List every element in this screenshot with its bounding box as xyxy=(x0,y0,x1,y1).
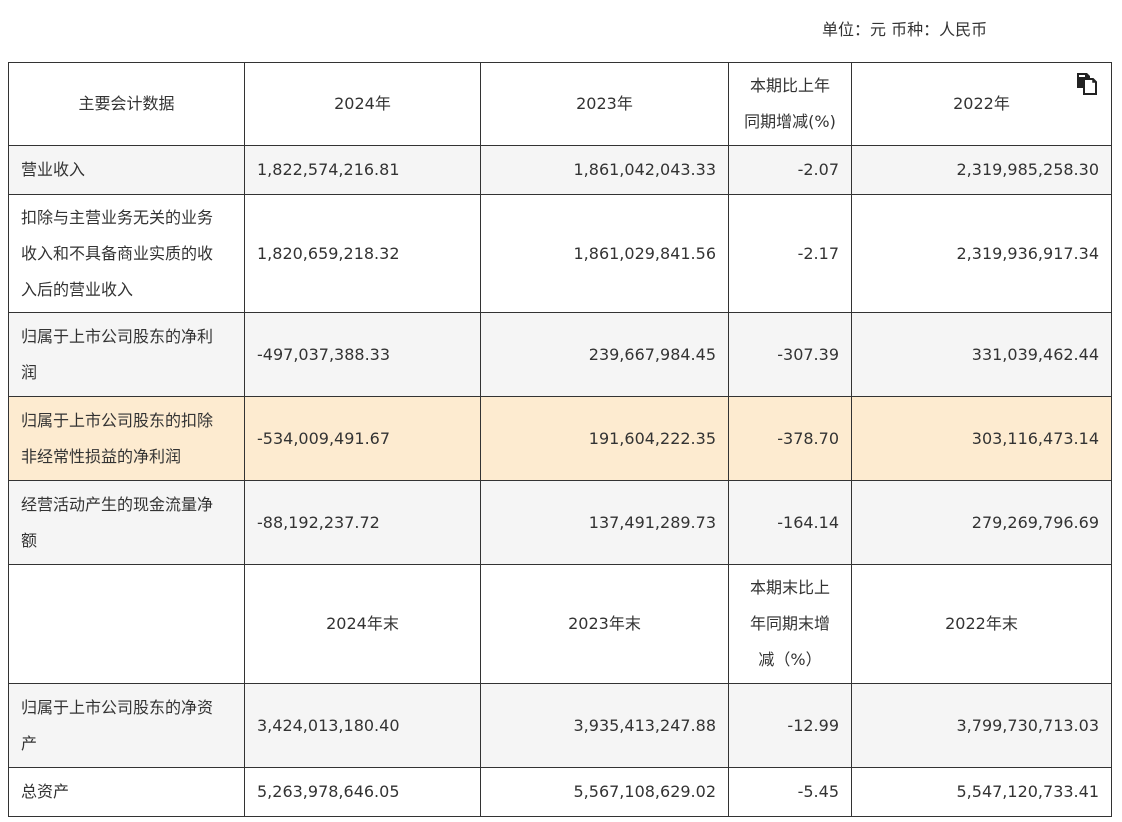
table-row: 扣除与主营业务无关的业务 收入和不具备商业实质的收 入后的营业收入 1,820,… xyxy=(8,194,1112,313)
table-row: 归属于上市公司股东的净资 产 3,424,013,180.40 3,935,41… xyxy=(8,683,1112,768)
value-2024-cell: 5,263,978,646.05 xyxy=(244,767,481,817)
row-label-cell: 总资产 xyxy=(8,767,245,817)
value-2023-cell: 3,935,413,247.88 xyxy=(480,683,729,768)
value-change-cell: -307.39 xyxy=(728,312,852,397)
table-row: 总资产 5,263,978,646.05 5,567,108,629.02 -5… xyxy=(8,767,1112,817)
table-subheader-row: 2024年末 2023年末 本期末比上 年同期末增 减（%） 2022年末 xyxy=(8,564,1112,684)
subheader-change-line: 本期末比上 xyxy=(749,578,830,597)
value-change-cell: -378.70 xyxy=(728,396,852,481)
value-2023-cell: 5,567,108,629.02 xyxy=(480,767,729,817)
value-2022-cell: 2,319,985,258.30 xyxy=(851,145,1112,195)
value-2024-cell: 1,822,574,216.81 xyxy=(244,145,481,195)
value-2022-cell: 331,039,462.44 xyxy=(851,312,1112,397)
row-label-line: 经营活动产生的现金流量净 xyxy=(21,494,214,514)
subheader-change-line: 减（%） xyxy=(758,650,822,669)
row-label-cell: 归属于上市公司股东的净利 润 xyxy=(8,312,245,397)
row-label-line: 非经常性损益的净利润 xyxy=(21,446,182,466)
table-row-highlighted: 归属于上市公司股东的扣除 非经常性损益的净利润 -534,009,491.67 … xyxy=(8,396,1112,481)
subheader-2023-cell: 2023年末 xyxy=(480,564,729,684)
table-row: 归属于上市公司股东的净利 润 -497,037,388.33 239,667,9… xyxy=(8,312,1112,397)
value-change-cell: -12.99 xyxy=(728,683,852,768)
row-label-cell: 扣除与主营业务无关的业务 收入和不具备商业实质的收 入后的营业收入 xyxy=(8,194,245,313)
value-2024-cell: -534,009,491.67 xyxy=(244,396,481,481)
subheader-label-cell xyxy=(8,564,245,684)
row-label-line: 入后的营业收入 xyxy=(21,279,134,299)
row-label-cell: 归属于上市公司股东的扣除 非经常性损益的净利润 xyxy=(8,396,245,481)
value-2024-cell: -88,192,237.72 xyxy=(244,480,481,565)
header-2022-cell: 2022年 xyxy=(851,62,1112,146)
value-change-cell: -164.14 xyxy=(728,480,852,565)
value-2022-cell: 2,319,936,917.34 xyxy=(851,194,1112,313)
value-2022-cell: 5,547,120,733.41 xyxy=(851,767,1112,817)
row-label-line: 额 xyxy=(21,530,38,550)
subheader-2024-cell: 2024年末 xyxy=(244,564,481,684)
row-label-line: 扣除与主营业务无关的业务 xyxy=(21,207,214,227)
unit-currency-note: 单位：元 币种：人民币 xyxy=(822,20,988,39)
table-row: 经营活动产生的现金流量净 额 -88,192,237.72 137,491,28… xyxy=(8,480,1112,565)
row-label-line: 归属于上市公司股东的净资 xyxy=(21,697,214,717)
row-label-cell: 经营活动产生的现金流量净 额 xyxy=(8,480,245,565)
header-2023-cell: 2023年 xyxy=(480,62,729,146)
value-2023-cell: 239,667,984.45 xyxy=(480,312,729,397)
row-label-line: 归属于上市公司股东的净利 xyxy=(21,326,214,346)
row-label-cell: 归属于上市公司股东的净资 产 xyxy=(8,683,245,768)
table-row: 营业收入 1,822,574,216.81 1,861,042,043.33 -… xyxy=(8,145,1112,195)
row-label-line: 润 xyxy=(21,362,38,382)
value-change-cell: -5.45 xyxy=(728,767,852,817)
header-change-cell: 本期比上年 同期增减(%) xyxy=(728,62,852,146)
value-2023-cell: 137,491,289.73 xyxy=(480,480,729,565)
subheader-change-line: 年同期末增 xyxy=(749,614,830,633)
value-2022-cell: 279,269,796.69 xyxy=(851,480,1112,565)
value-2024-cell: 3,424,013,180.40 xyxy=(244,683,481,768)
subheader-change-cell: 本期末比上 年同期末增 减（%） xyxy=(728,564,852,684)
header-label-cell: 主要会计数据 xyxy=(8,62,245,146)
value-2024-cell: -497,037,388.33 xyxy=(244,312,481,397)
value-2022-cell: 3,799,730,713.03 xyxy=(851,683,1112,768)
header-2024-cell: 2024年 xyxy=(244,62,481,146)
row-label-line: 产 xyxy=(21,733,38,753)
financial-data-table: 主要会计数据 2024年 2023年 本期比上年 同期增减(%) 2022年 营… xyxy=(8,62,1112,817)
value-2024-cell: 1,820,659,218.32 xyxy=(244,194,481,313)
value-2023-cell: 1,861,029,841.56 xyxy=(480,194,729,313)
header-change-line: 同期增减(%) xyxy=(744,112,836,131)
value-2023-cell: 191,604,222.35 xyxy=(480,396,729,481)
table-header-row: 主要会计数据 2024年 2023年 本期比上年 同期增减(%) 2022年 xyxy=(8,62,1112,146)
value-change-cell: -2.17 xyxy=(728,194,852,313)
row-label-cell: 营业收入 xyxy=(8,145,245,195)
row-label-line: 收入和不具备商业实质的收 xyxy=(21,243,214,263)
header-change-line: 本期比上年 xyxy=(749,76,830,95)
row-label-line: 归属于上市公司股东的扣除 xyxy=(21,410,214,430)
value-2023-cell: 1,861,042,043.33 xyxy=(480,145,729,195)
value-2022-cell: 303,116,473.14 xyxy=(851,396,1112,481)
subheader-2022-cell: 2022年末 xyxy=(851,564,1112,684)
value-change-cell: -2.07 xyxy=(728,145,852,195)
